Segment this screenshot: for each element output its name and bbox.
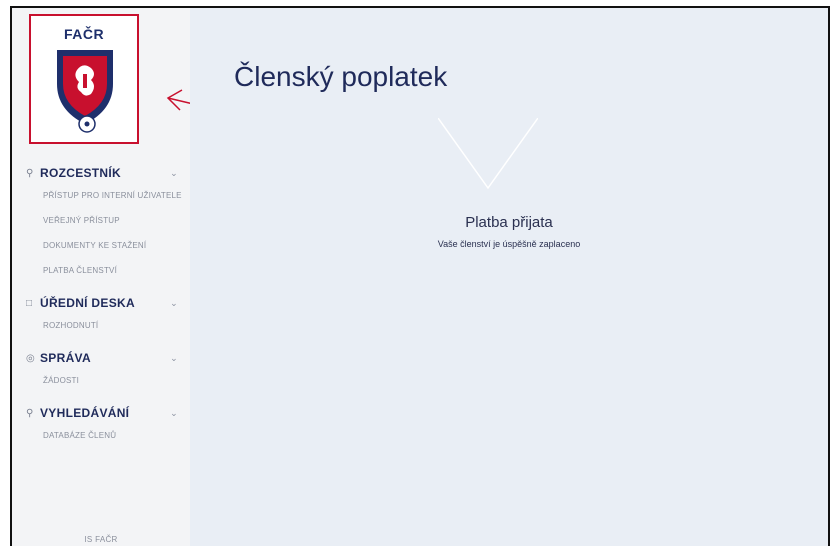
nav-item-documents[interactable]: DOKUMENTY KE STAŽENÍ xyxy=(26,233,186,258)
nav-section-sprava: ◎ SPRÁVA ⌄ ŽÁDOSTI xyxy=(26,348,186,393)
chevron-down-icon[interactable]: ⌄ xyxy=(170,298,178,309)
page-title: Členský poplatek xyxy=(234,60,448,92)
status-message: Vaše členství je úspěšně zaplaceno xyxy=(437,239,581,249)
nav-section-vyhledavani: ⚲ VYHLEDÁVÁNÍ ⌄ DATABÁZE ČLENŮ xyxy=(26,403,186,448)
main-content: Členský poplatek Platba přijata Vaše čle… xyxy=(190,8,828,546)
section-title: VYHLEDÁVÁNÍ xyxy=(40,406,130,420)
crest-icon xyxy=(57,50,113,133)
section-sprava[interactable]: ◎ SPRÁVA ⌄ xyxy=(26,348,186,368)
nav-item-public-access[interactable]: VEŘEJNÝ PŘÍSTUP xyxy=(26,208,186,233)
chevron-down-icon[interactable]: ⌄ xyxy=(170,408,178,419)
section-uredni-deska[interactable]: □ ÚŘEDNÍ DESKA ⌄ xyxy=(26,293,186,313)
nav-item-membership-payment[interactable]: PLATBA ČLENSTVÍ xyxy=(26,258,186,283)
chevron-down-icon[interactable]: ⌄ xyxy=(170,168,178,179)
checkmark-icon xyxy=(438,118,538,190)
nav-item-decisions[interactable]: ROZHODNUTÍ xyxy=(26,313,186,338)
sidebar-nav: ⚲ ROZCESTNÍK ⌄ PŘÍSTUP PRO INTERNÍ UŽIVA… xyxy=(26,163,186,458)
app-window: FAČR ⚲ ROZCESTNÍK ⌄ PŘÍSTUP PRO INTERNÍ … xyxy=(10,6,830,546)
section-title: ROZCESTNÍK xyxy=(40,166,121,180)
nav-section-rozcestnik: ⚲ ROZCESTNÍK ⌄ PŘÍSTUP PRO INTERNÍ UŽIVA… xyxy=(26,163,186,283)
section-title: SPRÁVA xyxy=(40,351,91,365)
board-icon: □ xyxy=(26,297,33,309)
section-title: ÚŘEDNÍ DESKA xyxy=(40,296,135,310)
nav-item-member-database[interactable]: DATABÁZE ČLENŮ xyxy=(26,423,186,448)
nav-item-internal-access[interactable]: PŘÍSTUP PRO INTERNÍ UŽIVATELE xyxy=(26,183,186,208)
status-title: Platba přijata xyxy=(465,214,553,231)
nav-item-requests[interactable]: ŽÁDOSTI xyxy=(26,368,186,393)
user-icon: ⚲ xyxy=(26,167,34,179)
sidebar: FAČR ⚲ ROZCESTNÍK ⌄ PŘÍSTUP PRO INTERNÍ … xyxy=(12,8,245,546)
settings-icon: ◎ xyxy=(26,352,36,364)
facr-logo[interactable]: FAČR xyxy=(29,14,139,144)
search-icon: ⚲ xyxy=(26,407,34,419)
section-vyhledavani[interactable]: ⚲ VYHLEDÁVÁNÍ ⌄ xyxy=(26,403,186,423)
section-rozcestnik[interactable]: ⚲ ROZCESTNÍK ⌄ xyxy=(26,163,186,183)
chevron-down-icon[interactable]: ⌄ xyxy=(170,353,178,364)
nav-section-uredni-deska: □ ÚŘEDNÍ DESKA ⌄ ROZHODNUTÍ xyxy=(26,293,186,338)
logo-text: FAČR xyxy=(63,26,105,42)
